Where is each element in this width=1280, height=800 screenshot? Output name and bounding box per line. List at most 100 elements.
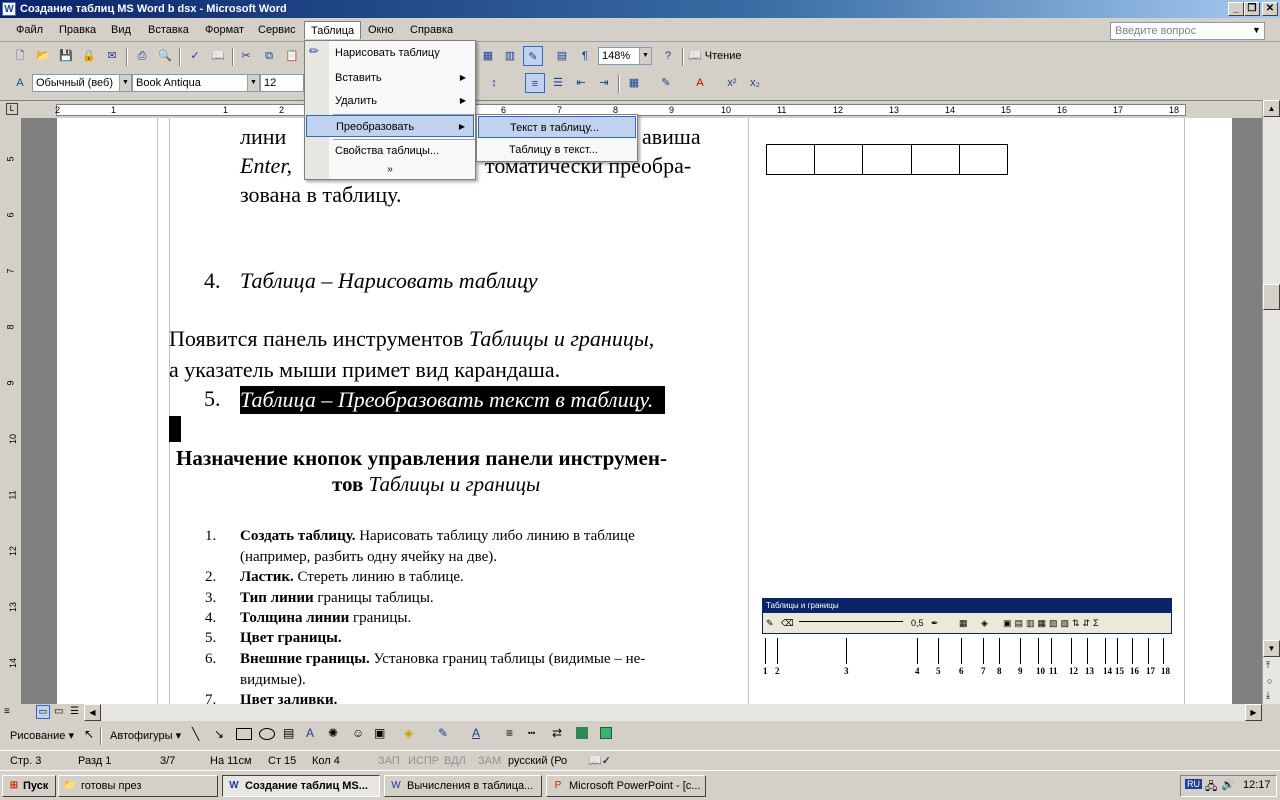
line-color-icon[interactable]: ✎ [438, 726, 448, 740]
print-layout-icon[interactable]: ▭ [54, 706, 63, 717]
chevron-down-icon[interactable]: ▼ [639, 48, 651, 64]
word-app-icon[interactable]: W [2, 2, 16, 16]
save-icon[interactable]: 💾 [56, 46, 76, 66]
spelling-icon[interactable]: ✓ [185, 46, 205, 66]
print-icon[interactable]: ⎙ [132, 46, 152, 66]
line-spacing-icon[interactable]: ↕ [484, 73, 504, 93]
arrow-style-icon[interactable]: ⇄ [552, 726, 562, 740]
scroll-thumb[interactable] [1263, 284, 1280, 310]
language-indicator[interactable]: RU [1185, 779, 1202, 789]
insert-excel-icon[interactable]: ▦ [478, 46, 498, 66]
dash-style-icon[interactable]: ┅ [528, 726, 535, 740]
3d-style-icon[interactable] [600, 727, 612, 739]
print-preview-icon[interactable]: 🔍 [155, 46, 175, 66]
close-button[interactable]: ✕ [1262, 2, 1278, 16]
status-ext[interactable]: ВДЛ [444, 754, 466, 768]
menu-file[interactable]: Файл [10, 21, 49, 39]
drawing-menu-button[interactable]: Рисование ▾ [10, 729, 74, 742]
task-word[interactable]: W Вычисления в таблица... [384, 775, 542, 797]
task-word-active[interactable]: W Создание таблиц MS... [222, 775, 380, 797]
menu-view[interactable]: Вид [105, 21, 137, 39]
menu-window[interactable]: Окно [362, 21, 400, 39]
menu-tools[interactable]: Сервис [252, 21, 302, 39]
menu-item-draw-table[interactable]: Нарисовать таблицу [306, 42, 474, 64]
vertical-ruler[interactable]: 5 6 7 8 9 10 11 12 13 14 [0, 118, 22, 704]
clipart-icon[interactable]: ☺ [352, 726, 364, 740]
clock[interactable]: 12:17 [1243, 779, 1271, 791]
shadow-style-icon[interactable] [576, 727, 588, 739]
prev-page-icon[interactable]: ⤒ [1266, 660, 1270, 671]
select-objects-icon[interactable]: ↖ [84, 727, 94, 741]
menu-insert[interactable]: Вставка [142, 21, 195, 39]
task-powerpoint[interactable]: P Microsoft PowerPoint - [c... [546, 775, 706, 797]
copy-icon[interactable]: ⧉ [259, 46, 279, 66]
start-button[interactable]: ⊞ Пуск [2, 775, 56, 797]
ask-question-input[interactable]: Введите вопрос [1110, 22, 1265, 40]
font-color-icon[interactable]: A [690, 73, 710, 93]
menu-table[interactable]: Таблица [304, 21, 362, 39]
highlight-icon[interactable]: ✎ [656, 73, 676, 93]
style-select[interactable]: Обычный (веб) ▼ [32, 74, 132, 92]
status-trk[interactable]: ИСПР [408, 754, 439, 768]
scroll-right-icon[interactable]: ▶ [1245, 704, 1262, 721]
picture-icon[interactable]: ▣ [374, 726, 385, 740]
selected-list-item[interactable]: Таблица – Преобразовать текст в таблицу. [240, 386, 666, 414]
menu-item-text-to-table[interactable]: Текст в таблицу... [478, 116, 636, 138]
menu-item-insert[interactable]: Вставить ▶ [306, 67, 474, 89]
line-style-icon[interactable]: ≡ [506, 726, 513, 740]
research-icon[interactable]: 📖 [208, 46, 228, 66]
menu-help[interactable]: Справка [404, 21, 459, 39]
subscript-icon[interactable]: x₂ [745, 73, 765, 93]
web-layout-icon[interactable]: ▭ [36, 705, 50, 719]
chevron-down-icon[interactable]: ▼ [119, 75, 131, 91]
menu-item-table-to-text[interactable]: Таблицу в текст... [478, 139, 636, 161]
font-size-select[interactable]: 12 [260, 74, 304, 92]
tab-selector[interactable]: L [6, 103, 18, 115]
menu-expand-chevron-icon[interactable]: » [305, 162, 475, 178]
menu-format[interactable]: Формат [199, 21, 250, 39]
ask-dropdown-icon[interactable]: ▼ [1252, 25, 1261, 35]
superscript-icon[interactable]: x² [722, 73, 742, 93]
fill-color-icon[interactable]: ◈ [404, 726, 413, 740]
email-icon[interactable]: ✉ [102, 46, 122, 66]
cut-icon[interactable]: ✂ [236, 46, 256, 66]
wordart-icon[interactable]: A [306, 726, 314, 740]
table-cell[interactable] [863, 145, 912, 174]
horizontal-ruler[interactable]: L 2 1 1 2 6 7 8 9 10 11 12 13 14 15 16 1… [0, 100, 1280, 118]
menu-edit[interactable]: Правка [53, 21, 102, 39]
status-ovr[interactable]: ЗАМ [478, 754, 501, 768]
borders-icon[interactable]: ▦ [624, 73, 644, 93]
vertical-scrollbar[interactable]: ▲ ▼ ⤒ ○ ⤓ [1262, 100, 1280, 704]
paste-icon[interactable]: 📋 [282, 46, 302, 66]
table-cell[interactable] [960, 145, 1007, 174]
restore-button[interactable]: ❐ [1244, 2, 1260, 16]
help-icon[interactable]: ? [658, 46, 678, 66]
styles-icon[interactable]: A [10, 73, 30, 93]
next-page-icon[interactable]: ⤓ [1266, 690, 1270, 701]
document-map-icon[interactable]: ▤ [552, 46, 572, 66]
task-folder[interactable]: 📁 готовы през [58, 775, 218, 797]
diagram-icon[interactable]: ✺ [328, 726, 338, 740]
empty-table[interactable] [766, 144, 1008, 175]
status-rec[interactable]: ЗАП [378, 754, 400, 768]
decrease-indent-icon[interactable]: ⇤ [571, 73, 591, 93]
oval-icon[interactable] [259, 728, 275, 740]
spelling-status-icon[interactable]: 📖✓ [588, 754, 611, 768]
horizontal-scroll-track[interactable] [101, 704, 1245, 721]
chevron-down-icon[interactable]: ▼ [247, 75, 259, 91]
table-cell[interactable] [912, 145, 960, 174]
network-icon[interactable]: 🖧 [1205, 778, 1217, 797]
menu-item-convert[interactable]: Преобразовать ▶ [306, 115, 474, 137]
columns-icon[interactable]: ▥ [500, 46, 520, 66]
font-color-icon[interactable]: A [472, 726, 480, 740]
browse-object-icon[interactable]: ○ [1267, 676, 1272, 686]
permission-icon[interactable]: 🔒 [79, 46, 99, 66]
scroll-down-icon[interactable]: ▼ [1263, 640, 1280, 657]
menu-item-delete[interactable]: Удалить ▶ [306, 90, 474, 112]
normal-view-icon[interactable]: ≡ [4, 706, 10, 717]
font-select[interactable]: Book Antiqua ▼ [132, 74, 260, 92]
show-formatting-icon[interactable]: ¶ [575, 46, 595, 66]
arrow-icon[interactable]: ↘ [214, 727, 224, 741]
rectangle-icon[interactable] [236, 728, 252, 740]
outline-view-icon[interactable]: ☰ [70, 706, 79, 717]
